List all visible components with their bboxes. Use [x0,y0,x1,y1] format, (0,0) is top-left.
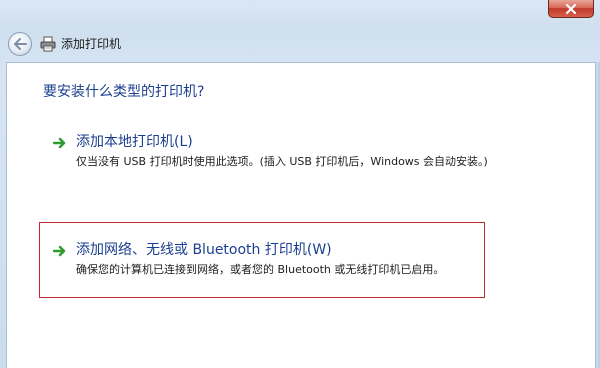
option-title[interactable]: 添加本地打印机(L) [76,133,193,151]
option-description: 仅当没有 USB 打印机时使用此选项。(插入 USB 打印机后，Windows … [76,155,488,168]
window-frame: 添加打印机 要安装什么类型的打印机? 添加本地打印机(L) 仅当没有 USB 打… [0,0,600,368]
add-local-printer-option[interactable]: 添加本地打印机(L) 仅当没有 USB 打印机时使用此选项。(插入 USB 打印… [53,133,493,173]
add-network-printer-option[interactable]: 添加网络、无线或 Bluetooth 打印机(W) 确保您的计算机已连接到网络，… [53,241,493,281]
navigation-bar: 添加打印机 [0,28,600,60]
green-arrow-icon [53,137,66,149]
window-edge [596,62,600,368]
close-icon [565,3,577,14]
back-arrow-icon [14,38,27,50]
printer-icon [40,36,56,52]
green-arrow-icon [53,245,66,257]
option-description: 确保您的计算机已连接到网络，或者您的 Bluetooth 或无线打印机已启用。 [76,263,445,276]
wizard-content: 要安装什么类型的打印机? 添加本地打印机(L) 仅当没有 USB 打印机时使用此… [6,62,596,368]
option-title[interactable]: 添加网络、无线或 Bluetooth 打印机(W) [76,241,332,259]
back-button[interactable] [8,32,32,56]
window-title: 添加打印机 [61,37,122,51]
page-heading: 要安装什么类型的打印机? [43,84,205,100]
close-button[interactable] [548,0,594,18]
